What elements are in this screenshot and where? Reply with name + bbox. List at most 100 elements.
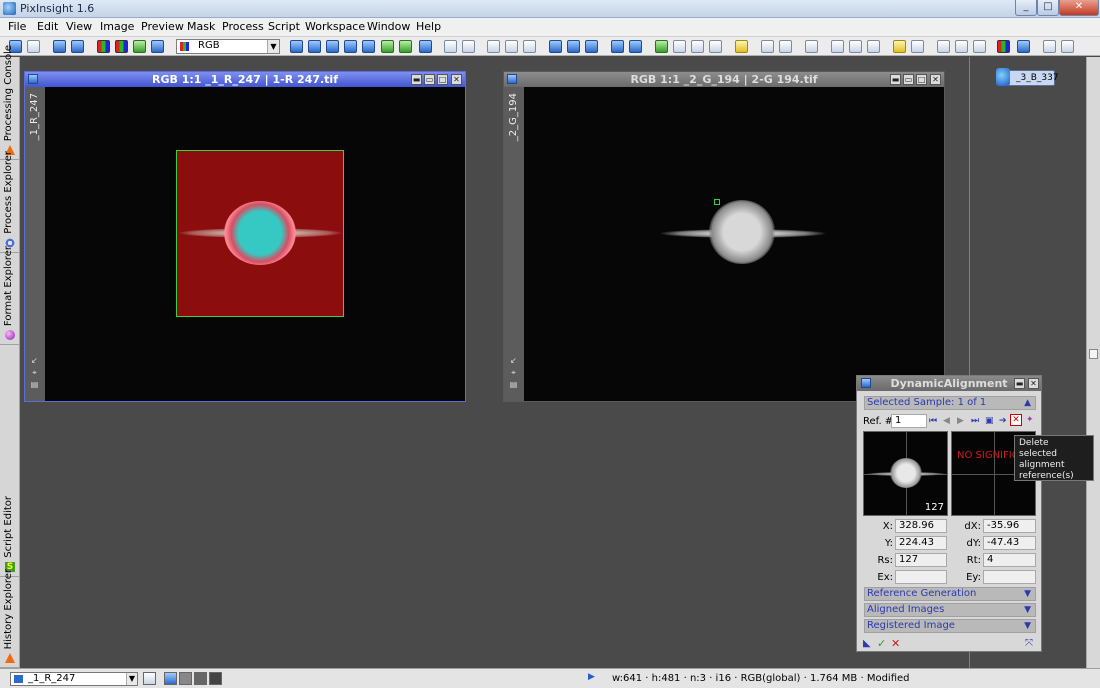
process-4-icon[interactable] xyxy=(709,40,722,53)
pin-icon[interactable]: ⌖ xyxy=(30,368,39,377)
stf-icon[interactable] xyxy=(735,40,748,53)
next-icon[interactable]: ▶ xyxy=(957,416,964,426)
maximize-button[interactable]: □ xyxy=(1037,0,1059,16)
cancel-icon[interactable]: ✕ xyxy=(891,637,900,650)
first-icon[interactable]: ⏮ xyxy=(929,416,937,426)
color-mode-select[interactable]: RGB ▼ xyxy=(176,39,280,54)
image-window-r[interactable]: RGB 1:1 _1_R_247 | 1-R 247.tif ▬ ▭ □ ✕ _… xyxy=(24,71,466,402)
zoom-tool-3-icon[interactable] xyxy=(523,40,536,53)
tool-4-icon[interactable] xyxy=(831,40,844,53)
close-button[interactable]: ✕ xyxy=(1059,0,1099,16)
display-r-icon[interactable] xyxy=(179,672,192,685)
image-canvas[interactable] xyxy=(524,87,944,401)
x-field[interactable]: 328.96 xyxy=(895,519,947,533)
edit-icon[interactable]: ▣ xyxy=(985,416,994,426)
close-button[interactable]: ✕ xyxy=(1028,378,1039,389)
selected-sample-section[interactable]: Selected Sample: 1 of 1 ▲ xyxy=(864,396,1036,410)
image-canvas[interactable] xyxy=(45,87,465,401)
readout-icon[interactable] xyxy=(549,40,562,53)
view-info-icon[interactable] xyxy=(143,672,156,685)
menu-process[interactable]: Process xyxy=(222,20,264,33)
menu-workspace[interactable]: Workspace xyxy=(305,20,365,33)
menu-image[interactable]: Image xyxy=(100,20,134,33)
view-selector[interactable]: _1_R_247 ▼ xyxy=(10,672,138,686)
maximize-button[interactable]: □ xyxy=(916,74,927,85)
image-window-title[interactable]: RGB 1:1 _1_R_247 | 1-R 247.tif ▬ ▭ □ ✕ xyxy=(25,72,465,87)
restore-button[interactable]: ▭ xyxy=(903,74,914,85)
ex-field[interactable] xyxy=(895,570,947,584)
tool-13-icon[interactable] xyxy=(1017,40,1030,53)
fit-window-icon[interactable] xyxy=(308,40,321,53)
prev-icon[interactable]: ◀ xyxy=(943,416,950,426)
zoom-in-icon[interactable] xyxy=(444,40,457,53)
new-image-icon[interactable] xyxy=(53,40,66,53)
zoom-1-1-icon[interactable] xyxy=(362,40,375,53)
rt-field[interactable]: 4 xyxy=(983,553,1036,567)
lock-icon[interactable]: ▤ xyxy=(509,380,518,389)
shade-button[interactable]: ▬ xyxy=(890,74,901,85)
target-icon[interactable]: ✦ xyxy=(1026,415,1034,425)
y-field[interactable]: 224.43 xyxy=(895,536,947,550)
mask-icon[interactable] xyxy=(133,40,146,53)
menu-window[interactable]: Window xyxy=(367,20,410,33)
dy-field[interactable]: -47.43 xyxy=(983,536,1036,550)
tool-7-icon[interactable] xyxy=(893,40,906,53)
image-window-title[interactable]: RGB 1:1 _2_G_194 | 2-G 194.tif ▬ ▭ □ ✕ xyxy=(504,72,944,87)
tool-14-icon[interactable] xyxy=(1043,40,1056,53)
menu-edit[interactable]: Edit xyxy=(37,20,58,33)
tool-9-icon[interactable] xyxy=(937,40,950,53)
toggle-2-icon[interactable] xyxy=(399,40,412,53)
close-button[interactable]: ✕ xyxy=(451,74,462,85)
ref-input[interactable]: 1 xyxy=(891,414,927,428)
screen-1-icon[interactable] xyxy=(611,40,624,53)
display-b-icon[interactable] xyxy=(209,672,222,685)
menu-mask[interactable]: Mask xyxy=(187,20,215,33)
tool-5-icon[interactable] xyxy=(849,40,862,53)
alignment-marker[interactable] xyxy=(714,199,720,205)
screen-2-icon[interactable] xyxy=(629,40,642,53)
registered-image-section[interactable]: Registered Image ▼ xyxy=(864,619,1036,633)
tab-format-explorer[interactable]: Format Explorer xyxy=(0,246,20,345)
tool-6-icon[interactable] xyxy=(867,40,880,53)
ey-field[interactable] xyxy=(983,570,1036,584)
zoom-out-icon[interactable] xyxy=(462,40,475,53)
collapse-icon[interactable]: ↙ xyxy=(30,356,39,365)
aligned-images-section[interactable]: Aligned Images ▼ xyxy=(864,603,1036,617)
tab-history-explorer[interactable]: History Explorer xyxy=(0,569,20,668)
reference-generation-section[interactable]: Reference Generation ▼ xyxy=(864,587,1036,601)
minimize-button[interactable]: _ xyxy=(1015,0,1037,16)
new-instance-icon[interactable]: ◣ xyxy=(863,638,871,649)
toggle-1-icon[interactable] xyxy=(381,40,394,53)
tool-10-icon[interactable] xyxy=(955,40,968,53)
rgb-channels-icon[interactable] xyxy=(97,40,110,53)
tab-process-explorer[interactable]: Process Explorer xyxy=(0,151,20,253)
menu-script[interactable]: Script xyxy=(268,20,300,33)
redo-icon[interactable] xyxy=(27,40,40,53)
tool-15-icon[interactable] xyxy=(1061,40,1074,53)
minimized-image-icon[interactable]: _3_B_337 xyxy=(996,68,1059,86)
tab-script-editor[interactable]: Script Editor S xyxy=(0,496,20,577)
image-window-g[interactable]: RGB 1:1 _2_G_194 | 2-G 194.tif ▬ ▭ □ ✕ _… xyxy=(503,71,945,402)
channel-icon[interactable] xyxy=(115,40,128,53)
zoom-tool-2-icon[interactable] xyxy=(505,40,518,53)
tool-2-icon[interactable] xyxy=(779,40,792,53)
pin-icon[interactable]: ⌖ xyxy=(509,368,518,377)
display-rgb-icon[interactable] xyxy=(164,672,177,685)
apply-icon[interactable]: ✓ xyxy=(877,637,886,650)
delete-reference-button[interactable]: ✕ xyxy=(1010,414,1022,426)
shade-button[interactable]: ▬ xyxy=(1014,378,1025,389)
play-icon[interactable]: ▶ xyxy=(588,672,595,682)
preview-new-icon[interactable] xyxy=(567,40,580,53)
move-icon[interactable] xyxy=(290,40,303,53)
tool-11-icon[interactable] xyxy=(973,40,986,53)
process-2-icon[interactable] xyxy=(673,40,686,53)
preview-edit-icon[interactable] xyxy=(585,40,598,53)
expand-icon[interactable] xyxy=(326,40,339,53)
duplicate-icon[interactable] xyxy=(71,40,84,53)
tool-12-icon[interactable] xyxy=(997,40,1010,53)
dx-field[interactable]: -35.96 xyxy=(983,519,1036,533)
menu-file[interactable]: File xyxy=(8,20,26,33)
dock-handle[interactable] xyxy=(1089,349,1098,359)
zoom-tool-1-icon[interactable] xyxy=(487,40,500,53)
restore-button[interactable]: ▭ xyxy=(424,74,435,85)
